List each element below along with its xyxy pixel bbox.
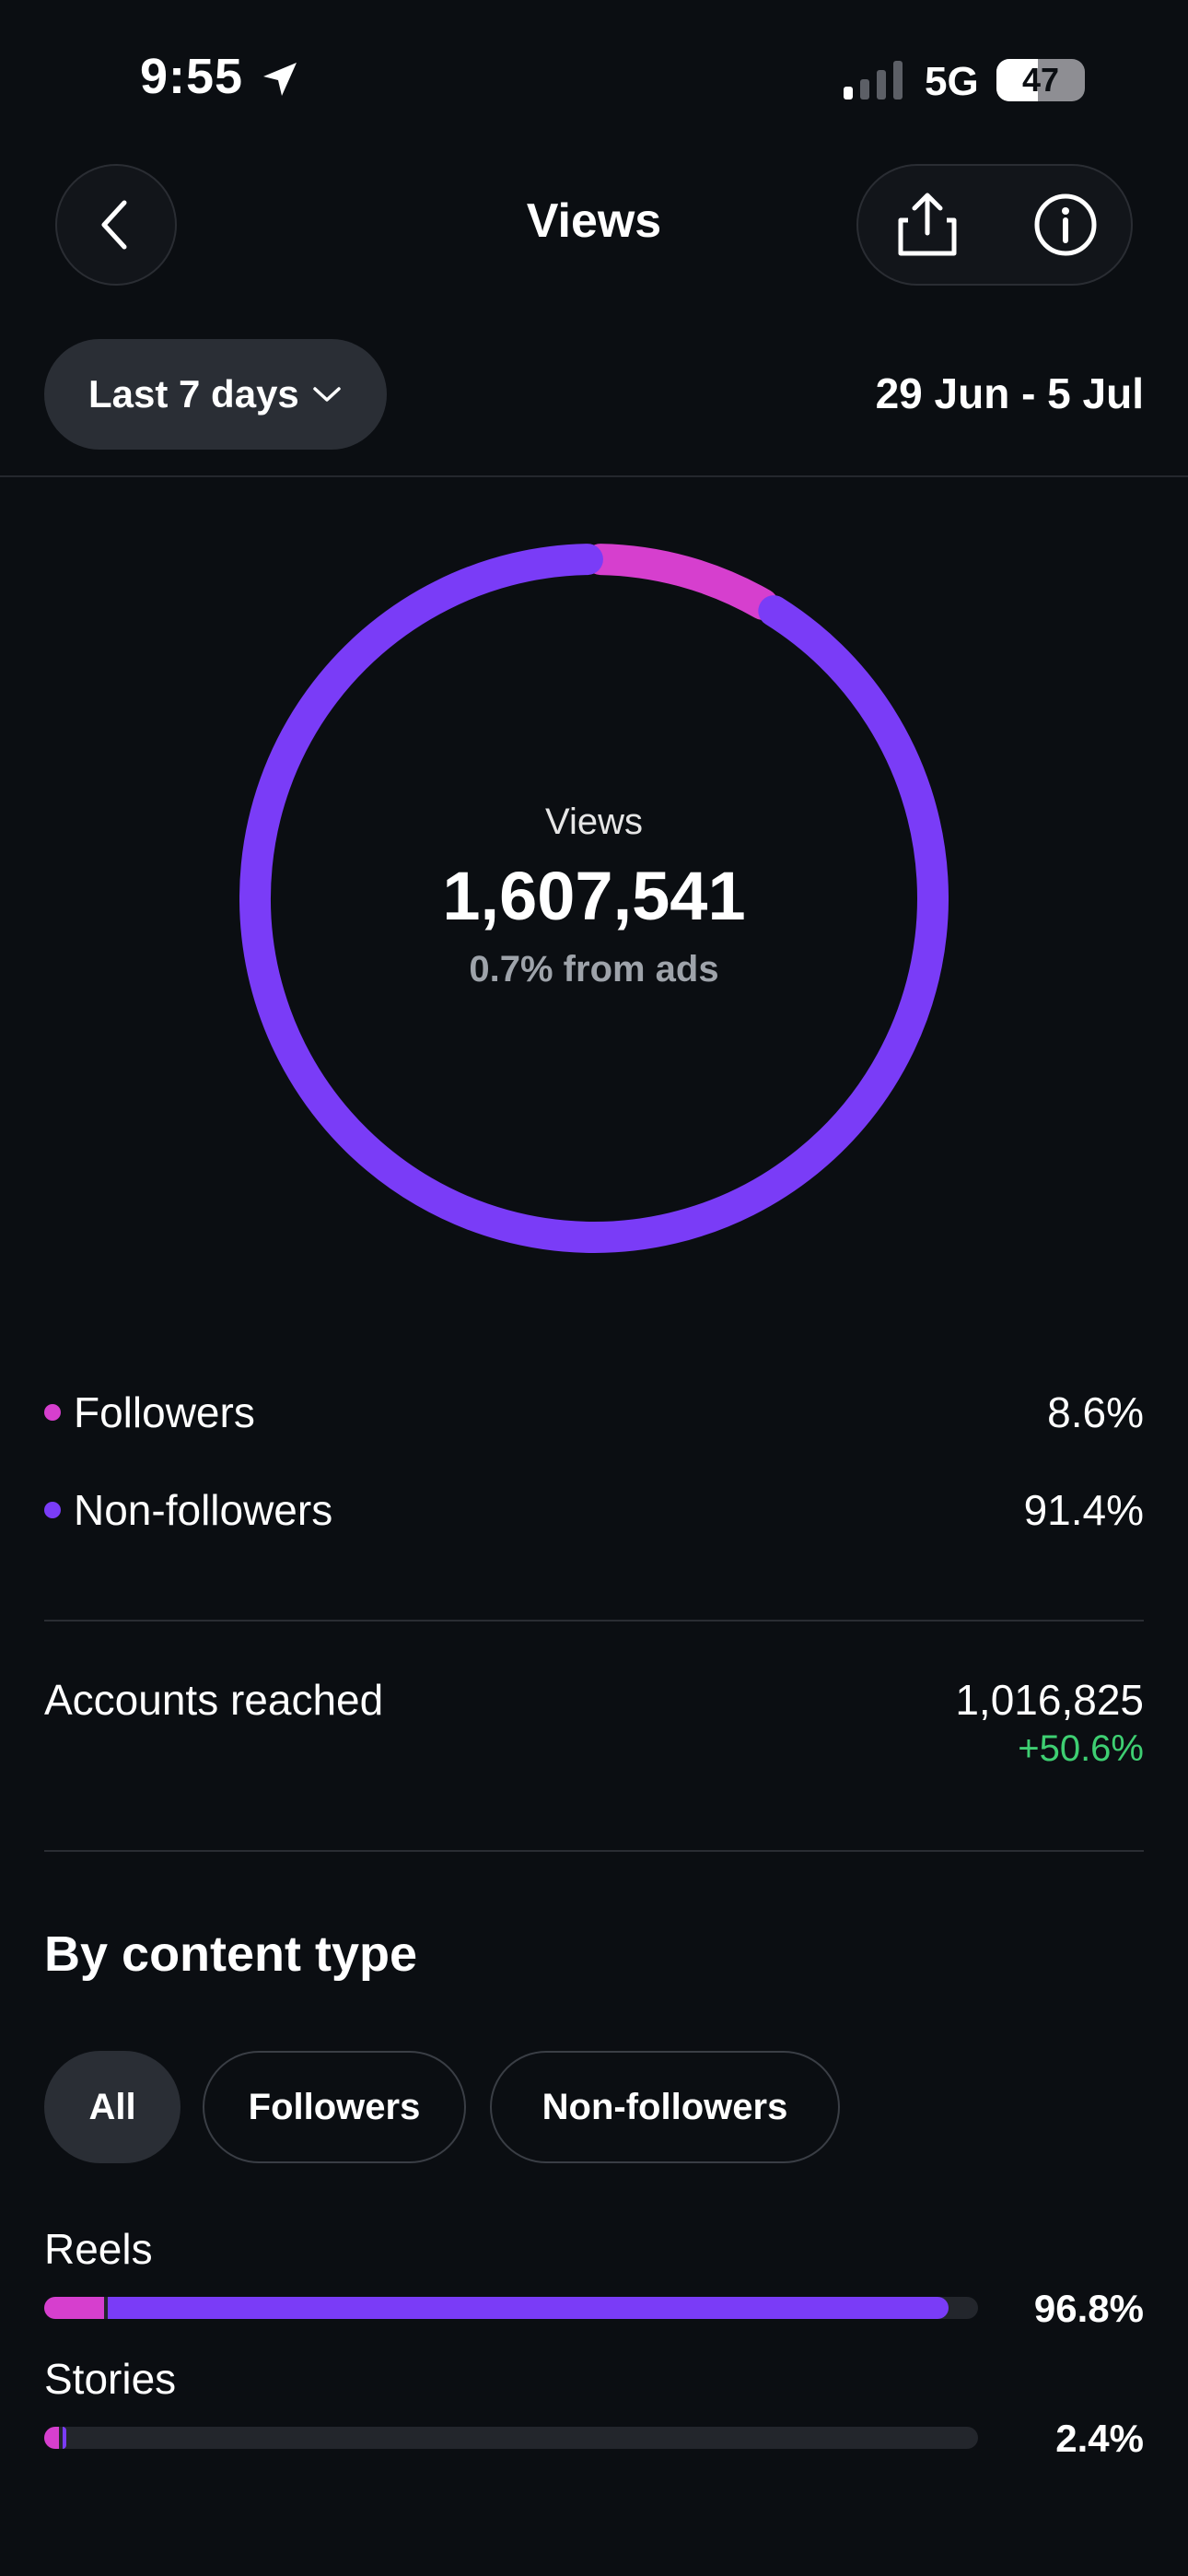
- cellular-signal-icon: [844, 61, 903, 100]
- bar-segment-non-followers: [63, 2427, 67, 2449]
- info-icon: [1034, 193, 1097, 256]
- legend-label: Followers: [74, 1388, 255, 1436]
- share-icon: [898, 193, 957, 256]
- content-type-reels-bar: [44, 2297, 978, 2319]
- content-type-stories-bar: [44, 2427, 978, 2449]
- legend-followers: Followers 8.6%: [44, 1380, 1144, 1445]
- donut-slice-followers: [585, 544, 779, 620]
- battery-percent: 47: [1021, 61, 1060, 99]
- bar-segment-non-followers: [107, 2297, 949, 2319]
- filter-chip-followers[interactable]: Followers: [203, 2051, 466, 2163]
- date-range-text: 29 Jun - 5 Jul: [875, 369, 1144, 417]
- status-time: 9:55: [140, 49, 244, 104]
- filter-chip-non-followers[interactable]: Non-followers: [490, 2051, 840, 2163]
- accounts-reached-value: 1,016,825: [955, 1676, 1144, 1724]
- info-button[interactable]: [996, 166, 1135, 284]
- location-arrow-icon: [263, 63, 297, 96]
- network-type: 5G: [925, 59, 979, 104]
- date-range-dropdown-label: Last 7 days: [88, 372, 299, 416]
- views-total: 1,607,541: [442, 858, 746, 934]
- filter-chip-all[interactable]: All: [44, 2051, 181, 2163]
- date-range-dropdown[interactable]: Last 7 days: [44, 339, 387, 450]
- accounts-reached-change: +50.6%: [1018, 1728, 1144, 1769]
- status-bar: 9:55 5G 47: [0, 0, 1188, 161]
- content-type-reels-label: Reels: [44, 2225, 153, 2273]
- share-button[interactable]: [858, 166, 996, 284]
- chevron-down-icon: [313, 387, 341, 402]
- header-actions: [856, 164, 1133, 286]
- content-type-stories-label: Stories: [44, 2355, 177, 2403]
- bar-segment-followers: [44, 2297, 104, 2319]
- bar-segment-followers: [44, 2427, 60, 2449]
- donut-title: Views: [545, 802, 643, 842]
- section-title: By content type: [44, 1926, 418, 1982]
- content-type-stories-value: 2.4%: [1055, 2417, 1144, 2460]
- divider: [44, 1620, 1144, 1622]
- non-followers-dot: [44, 1502, 61, 1518]
- ads-share: 0.7% from ads: [469, 949, 719, 989]
- legend-non-followers: Non-followers 91.4%: [44, 1478, 1144, 1542]
- legend-label: Non-followers: [74, 1486, 333, 1534]
- battery-tip: [1077, 71, 1083, 89]
- legend-value: 8.6%: [1047, 1388, 1144, 1436]
- divider: [44, 1850, 1144, 1852]
- accounts-reached-label: Accounts reached: [44, 1676, 384, 1724]
- legend-value: 91.4%: [1023, 1486, 1144, 1534]
- followers-dot: [44, 1404, 61, 1421]
- content-type-reels-value: 96.8%: [1033, 2287, 1144, 2330]
- battery-icon: 47: [996, 59, 1085, 101]
- divider: [0, 475, 1188, 477]
